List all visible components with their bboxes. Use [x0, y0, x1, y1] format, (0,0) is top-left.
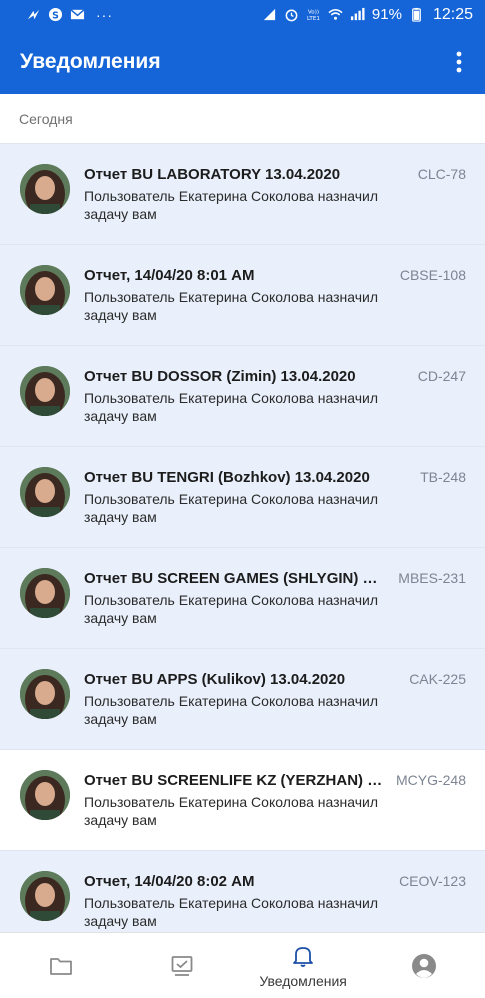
nav-notifications-label: Уведомления	[259, 972, 347, 989]
issue-key: TB-248	[420, 469, 466, 485]
notification-item[interactable]: Отчет BU TENGRI (Bozhkov) 13.04.2020 TB-2…	[0, 447, 485, 548]
notification-title: Отчет, 14/04/20 8:01 AM	[84, 267, 255, 284]
page-title: Уведомления	[20, 49, 161, 73]
section-header-today: Сегодня	[0, 94, 485, 144]
notification-body: Пользователь Екатерина Соколова назначил…	[84, 491, 379, 525]
notification-body: Пользователь Екатерина Соколова назначил…	[84, 693, 379, 727]
notification-list[interactable]: Сегодня Отчет BU LABORATORY 13.04.2020 CL…	[0, 94, 485, 932]
gmail-icon	[70, 7, 85, 22]
status-time: 12:25	[432, 5, 473, 23]
nav-notifications[interactable]: Уведомления	[243, 933, 364, 998]
wifi-icon	[328, 7, 343, 22]
status-bar: S ··· Vo)) LTE1 91% 12:25	[0, 0, 485, 29]
folder-icon	[49, 957, 72, 975]
avatar	[20, 871, 70, 921]
notification-title: Отчет BU DOSSOR (Zimin) 13.04.2020	[84, 368, 356, 385]
notification-item[interactable]: Отчет, 14/04/20 8:02 AM CEOV-123 Пользоват…	[0, 851, 485, 932]
notification-title: Отчет BU LABORATORY 13.04.2020	[84, 166, 341, 183]
notification-body: Пользователь Екатерина Соколова назначил…	[84, 188, 379, 222]
volte-icon: Vo)) LTE1	[306, 7, 321, 22]
svg-text:Vo)): Vo))	[308, 10, 319, 16]
notification-item[interactable]: Отчет BU DOSSOR (Zimin) 13.04.2020 CD-247…	[0, 346, 485, 447]
notification-body: Пользователь Екатерина Соколова назначил…	[84, 794, 379, 828]
issue-key: MBES-231	[398, 570, 466, 586]
bell-icon	[293, 946, 314, 967]
more-notifications-indicator: ···	[96, 6, 113, 23]
svg-text:S: S	[52, 10, 59, 21]
notification-body: Пользователь Екатерина Соколова назначил…	[84, 289, 379, 323]
avatar	[20, 265, 70, 315]
avatar	[20, 467, 70, 517]
svg-text:LTE1: LTE1	[307, 16, 320, 22]
battery-percent: 91%	[371, 6, 402, 23]
avatar	[20, 770, 70, 820]
app-notification-icon	[26, 7, 41, 22]
skype-icon: S	[48, 7, 63, 22]
nav-boards[interactable]	[121, 933, 242, 998]
board-icon	[171, 955, 193, 976]
app-bar: Уведомления	[0, 29, 485, 94]
bottom-navigation: Уведомления	[0, 932, 485, 998]
notification-title: Отчет BU APPS (Kulikov) 13.04.2020	[84, 671, 346, 688]
avatar	[20, 669, 70, 719]
more-options-button[interactable]	[447, 47, 471, 77]
issue-key: MCYG-248	[395, 772, 466, 788]
more-vert-icon	[456, 51, 462, 72]
notification-item[interactable]: Отчет BU APPS (Kulikov) 13.04.2020 CAK-22…	[0, 649, 485, 750]
notification-title: Отчет, 14/04/20 8:02 AM	[84, 873, 255, 890]
issue-key: CBSE-108	[399, 267, 466, 283]
nav-profile[interactable]	[364, 933, 485, 998]
nav-projects[interactable]	[0, 933, 121, 998]
profile-icon	[412, 953, 437, 978]
avatar	[20, 366, 70, 416]
notification-item[interactable]: Отчет BU SCREEN GAMES (SHLYGIN) 13... MBE…	[0, 548, 485, 649]
avatar	[20, 568, 70, 618]
issue-key: CD-247	[417, 368, 466, 384]
notification-title: Отчет BU TENGRI (Bozhkov) 13.04.2020	[84, 469, 370, 486]
battery-icon	[409, 7, 424, 22]
notification-item[interactable]: Отчет BU LABORATORY 13.04.2020 CLC-78 Поль…	[0, 144, 485, 245]
notification-title: Отчет BU SCREENLIFE KZ (YERZHAN) 1...	[84, 772, 384, 789]
signal-strength-icon	[262, 7, 277, 22]
notification-body: Пользователь Екатерина Соколова назначил…	[84, 895, 379, 929]
status-bar-right: Vo)) LTE1 91% 12:25	[262, 6, 473, 24]
alarm-icon	[284, 7, 299, 22]
notification-item[interactable]: Отчет, 14/04/20 8:01 AM CBSE-108 Пользоват…	[0, 245, 485, 346]
notification-body: Пользователь Екатерина Соколова назначил…	[84, 390, 379, 424]
notification-item[interactable]: Отчет BU SCREENLIFE KZ (YERZHAN) 1... MCY…	[0, 750, 485, 851]
cell-signal-icon	[350, 7, 365, 22]
avatar	[20, 164, 70, 214]
status-bar-left: S ···	[26, 7, 113, 23]
notification-body: Пользователь Екатерина Соколова назначил…	[84, 592, 379, 626]
notification-title: Отчет BU SCREEN GAMES (SHLYGIN) 13...	[84, 570, 384, 587]
issue-key: CEOV-123	[399, 873, 466, 889]
issue-key: CLC-78	[417, 166, 466, 182]
issue-key: CAK-225	[409, 671, 466, 687]
